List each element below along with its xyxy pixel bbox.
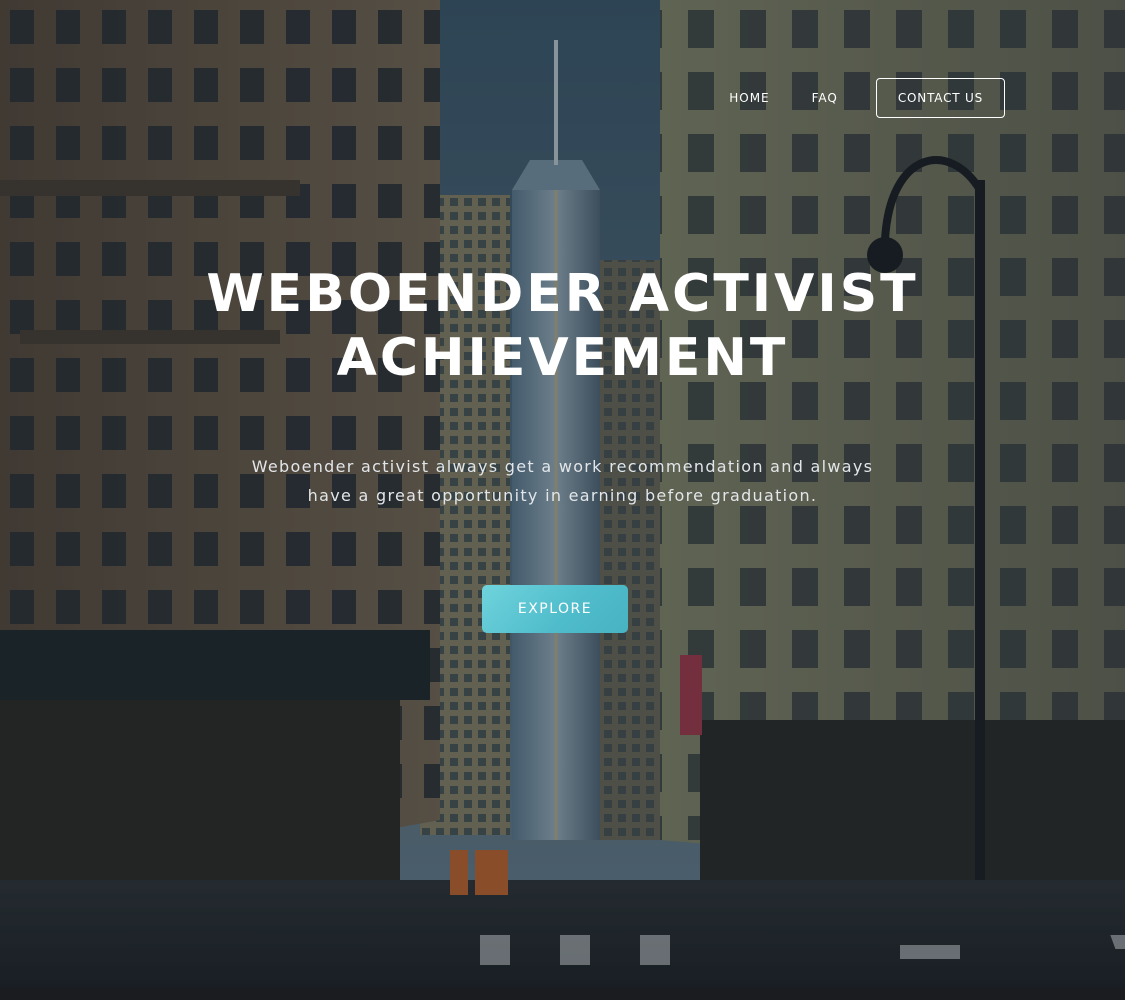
- contact-us-button[interactable]: CONTACT US: [875, 78, 1005, 118]
- hero-title-line-2: ACHIEVEMENT: [336, 328, 789, 388]
- explore-button[interactable]: EXPLORE: [482, 585, 628, 633]
- hero-subtitle: Weboender activist always get a work rec…: [251, 457, 874, 505]
- hero-title: WEBOENDER ACTIVIST ACHIEVEMENT: [0, 262, 1125, 390]
- nav-item-home[interactable]: HOME: [729, 91, 769, 105]
- top-navigation: HOME FAQ CONTACT US: [729, 78, 1005, 118]
- nav-item-faq[interactable]: FAQ: [812, 91, 838, 105]
- hero-title-line-1: WEBOENDER ACTIVIST: [206, 264, 919, 324]
- footer-strip: [0, 988, 1125, 1000]
- hero-section: HOME FAQ CONTACT US WEBOENDER ACTIVIST A…: [0, 0, 1125, 988]
